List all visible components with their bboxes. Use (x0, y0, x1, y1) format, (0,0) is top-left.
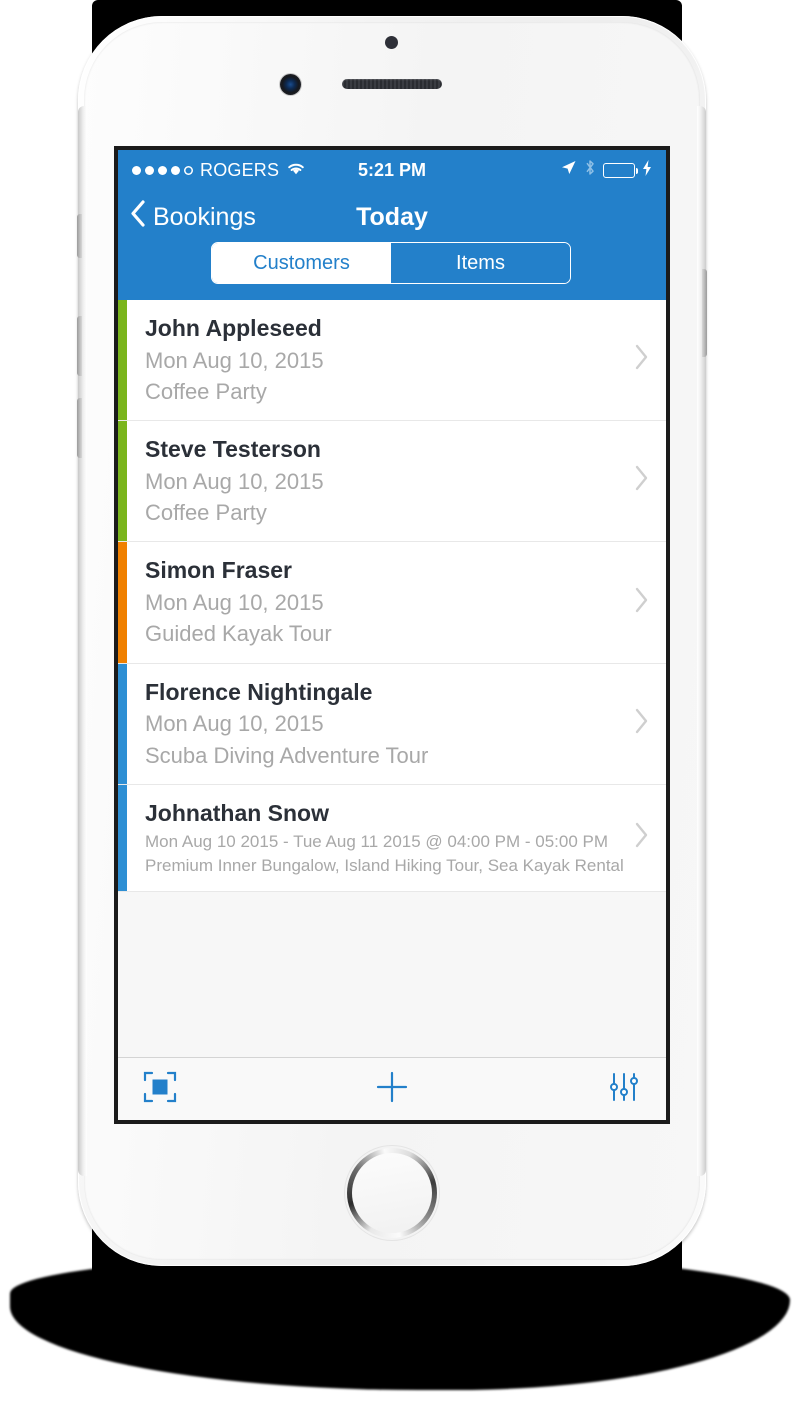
earpiece-speaker-icon (342, 79, 442, 89)
scan-barcode-icon (143, 1070, 177, 1109)
booking-item: Guided Kayak Tour (145, 621, 332, 647)
row-accent-bar (118, 663, 127, 784)
drop-shadow (10, 1255, 790, 1390)
booking-date: Mon Aug 10 2015 - Tue Aug 11 2015 @ 04:0… (145, 831, 609, 851)
lightning-bolt-icon (642, 159, 652, 181)
bluetooth-icon (584, 159, 596, 181)
chevron-right-icon (634, 708, 650, 740)
row-accent-bar (118, 300, 127, 421)
booking-date: Mon Aug 10, 2015 (145, 468, 324, 494)
chevron-right-icon (634, 822, 650, 854)
sliders-filter-icon (607, 1070, 641, 1109)
status-bar: ROGERS 5:21 PM (118, 150, 666, 190)
table-row[interactable]: Steve Testerson Mon Aug 10, 2015 Coffee … (118, 421, 666, 543)
wifi-icon (286, 160, 306, 181)
booking-date: Mon Aug 10, 2015 (145, 711, 324, 737)
row-accent-bar (118, 421, 127, 542)
customer-name: Steve Testerson (145, 436, 321, 463)
volume-down-button[interactable] (77, 398, 82, 458)
power-button[interactable] (702, 269, 707, 357)
home-button[interactable] (344, 1145, 440, 1241)
volume-up-button[interactable] (77, 316, 82, 376)
tab-customers[interactable]: Customers (212, 243, 391, 283)
list-empty-area (118, 891, 666, 1042)
customer-name: Simon Fraser (145, 557, 292, 584)
customer-name: Florence Nightingale (145, 678, 373, 705)
row-accent-bar (118, 542, 127, 663)
plus-icon (374, 1069, 410, 1110)
customer-name: John Appleseed (145, 315, 322, 341)
navigation-bar: Bookings Today Customers Items (118, 190, 666, 300)
phone-edge-right (697, 106, 706, 1176)
mute-switch[interactable] (77, 214, 82, 258)
row-accent-bar (118, 784, 127, 891)
status-bar-left: ROGERS (132, 160, 306, 181)
scan-button[interactable] (118, 1070, 309, 1109)
chevron-right-icon (634, 465, 650, 497)
bottom-toolbar (118, 1057, 666, 1120)
booking-date: Mon Aug 10, 2015 (145, 590, 324, 616)
booking-item: Scuba Diving Adventure Tour (145, 742, 429, 768)
filter-button[interactable] (475, 1070, 666, 1109)
page-title: Today (356, 203, 428, 231)
carrier-label: ROGERS (200, 159, 280, 180)
segmented-control[interactable]: Customers Items (211, 242, 571, 284)
tab-items[interactable]: Items (391, 243, 570, 283)
location-arrow-icon (560, 159, 577, 181)
booking-item: Premium Inner Bungalow, Island Hiking To… (145, 855, 624, 875)
battery-icon (603, 162, 638, 178)
proximity-sensor-icon (385, 36, 398, 49)
booking-item: Coffee Party (145, 500, 267, 526)
phone-edge-left (78, 106, 87, 1176)
front-camera-icon (280, 74, 301, 95)
chevron-right-icon (634, 344, 650, 376)
table-row[interactable]: Florence Nightingale Mon Aug 10, 2015 Sc… (118, 663, 666, 785)
add-button[interactable] (309, 1069, 475, 1110)
signal-strength-icon (132, 165, 193, 175)
status-bar-right (560, 159, 652, 181)
chevron-right-icon (634, 587, 650, 619)
table-row[interactable]: John Appleseed Mon Aug 10, 2015 Coffee P… (118, 300, 666, 422)
phone-screen: ROGERS 5:21 PM Bookings Today Customers … (118, 150, 666, 1120)
table-row[interactable]: Johnathan Snow Mon Aug 10 2015 - Tue Aug… (118, 784, 666, 892)
booking-item: Coffee Party (145, 378, 267, 404)
bookings-list: John Appleseed Mon Aug 10, 2015 Coffee P… (118, 300, 666, 1120)
table-row[interactable]: Simon Fraser Mon Aug 10, 2015 Guided Kay… (118, 542, 666, 664)
customer-name: Johnathan Snow (145, 799, 329, 826)
booking-date: Mon Aug 10, 2015 (145, 347, 324, 373)
